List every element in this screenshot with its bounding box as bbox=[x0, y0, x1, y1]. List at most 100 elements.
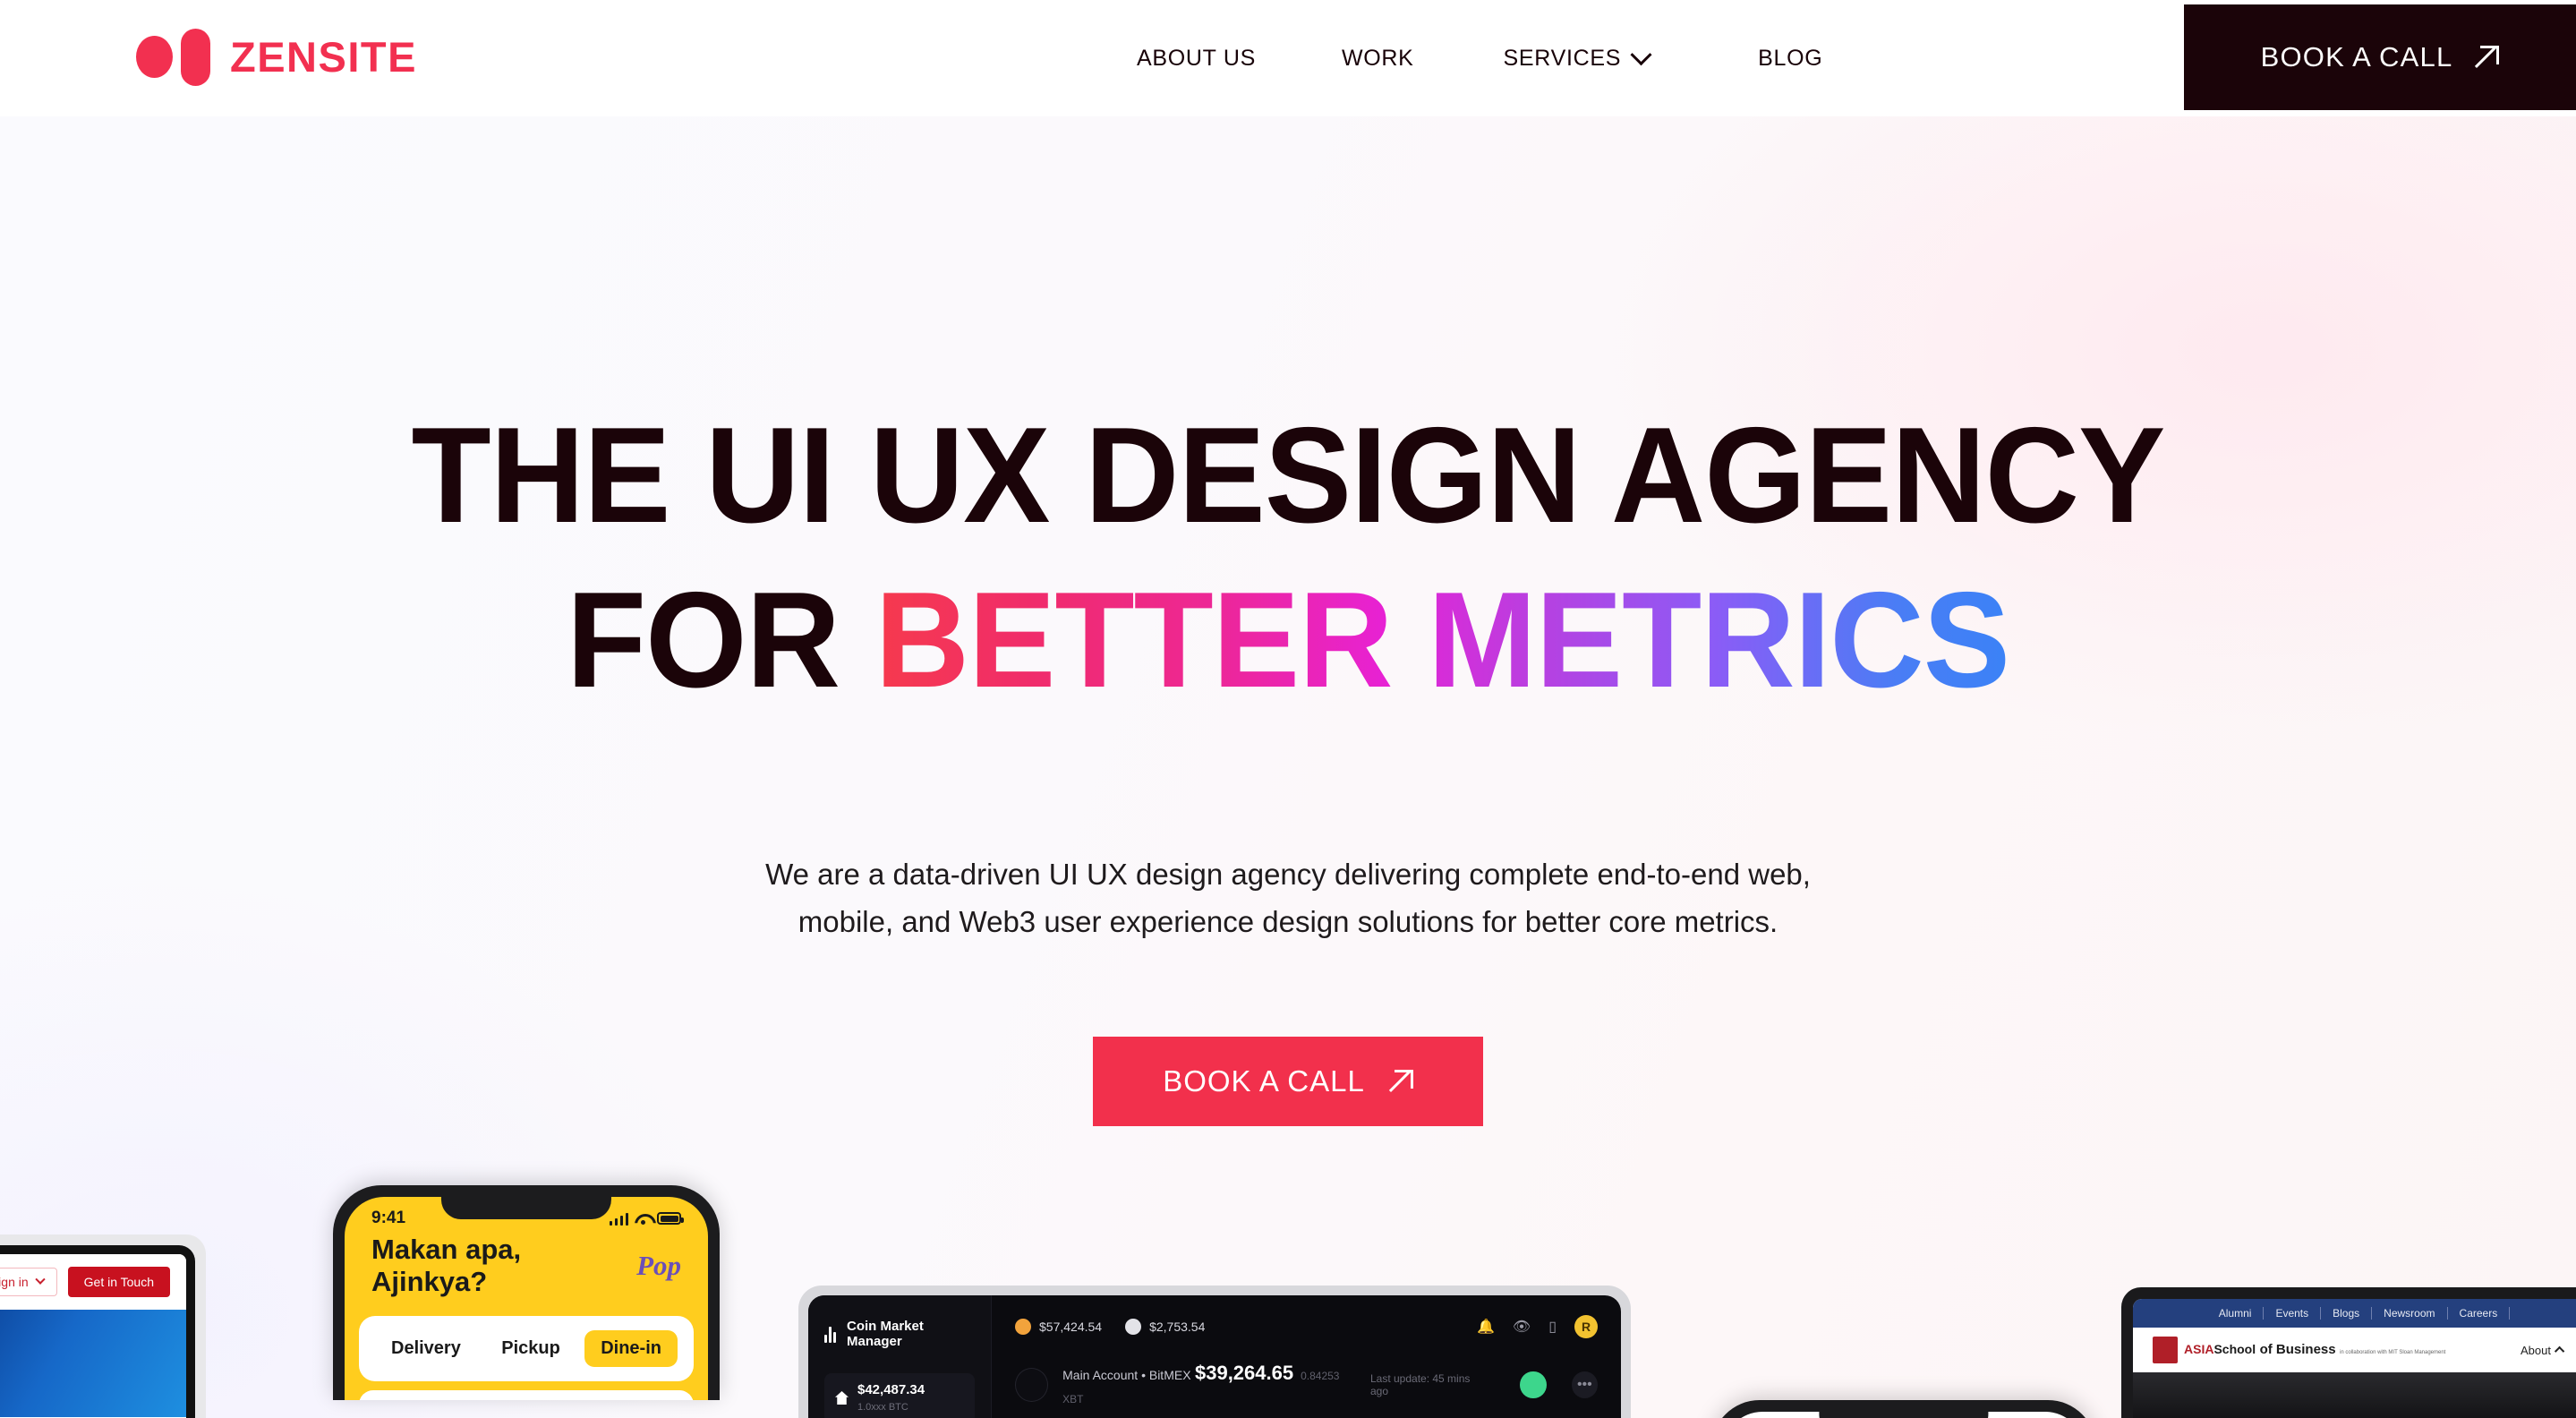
arrow-up-right-icon bbox=[1390, 1070, 1413, 1093]
asb-brand-school: School bbox=[2213, 1342, 2256, 1356]
nav-item-about-us[interactable]: ABOUT US bbox=[1137, 46, 1256, 72]
page-root: ZENSITE ABOUT US WORK SERVICES BLOG BOOK… bbox=[0, 0, 2576, 1418]
laptop-left-hero-image bbox=[0, 1310, 186, 1417]
logo-wordmark: ZENSITE bbox=[230, 32, 417, 81]
tab-dine-in[interactable]: Dine-in bbox=[584, 1330, 678, 1367]
crypto-brand-line-1: Coin Market bbox=[847, 1319, 924, 1334]
laptop-left-bezel: Sign in Get in Touch bbox=[0, 1245, 195, 1418]
asb-main-nav: ASIASchool of Business in collaboration … bbox=[2133, 1328, 2576, 1372]
crypto-account-text: Main Account • BitMEX $39,264.65 0.84253 … bbox=[1062, 1362, 1356, 1408]
primary-nav: ABOUT US WORK SERVICES BLOG bbox=[1137, 0, 1822, 116]
hero-subtext-line-1: We are a data-driven UI UX design agency… bbox=[765, 858, 1811, 891]
laptop-left-navbar: Sign in Get in Touch bbox=[0, 1254, 186, 1310]
crypto-account-name: Main Account • BitMEX bbox=[1062, 1368, 1191, 1382]
status-bar-indicators bbox=[609, 1212, 684, 1226]
headline-line-2: FOR BETTER METRICS bbox=[52, 572, 2525, 708]
hero-subtext: We are a data-driven UI UX design agency… bbox=[0, 850, 2576, 946]
header-book-a-call-label: BOOK A CALL bbox=[2260, 41, 2453, 73]
asb-brand-logo[interactable]: ASIASchool of Business in collaboration … bbox=[2153, 1337, 2445, 1363]
chevron-up-icon bbox=[2554, 1345, 2565, 1357]
bitcoin-icon bbox=[1015, 1319, 1031, 1335]
crypto-toolbar-icons: 🔔 👁 ▯ R bbox=[1477, 1315, 1598, 1338]
mobile-icon[interactable]: ▯ bbox=[1548, 1318, 1557, 1336]
chevron-down-icon bbox=[34, 1274, 46, 1285]
asb-emblem-icon bbox=[2153, 1337, 2178, 1363]
mockup-laptop-asb: Alumni Events Blogs Newsroom Careers ASI… bbox=[2121, 1287, 2576, 1418]
nav-item-services-label: SERVICES bbox=[1503, 45, 1622, 71]
ethereum-icon bbox=[1125, 1319, 1142, 1335]
tab-pickup[interactable]: Pickup bbox=[485, 1330, 576, 1367]
phone-notch bbox=[1819, 1400, 1989, 1418]
asb-brand-asia: ASIA bbox=[2184, 1342, 2214, 1356]
wifi-icon bbox=[635, 1213, 651, 1225]
logo[interactable]: ZENSITE bbox=[136, 27, 417, 86]
crypto-sidebar: Coin Market Manager $42,487.34 1.0xxx BT… bbox=[808, 1295, 992, 1418]
headline-line-1: THE UI UX DESIGN AGENCY bbox=[411, 399, 2166, 551]
device-mockups-strip: Sign in Get in Touch 9:41 bbox=[0, 1185, 2576, 1418]
hero-book-a-call-button[interactable]: BOOK A CALL bbox=[1093, 1037, 1483, 1126]
asb-nav-about-label: About bbox=[2521, 1343, 2551, 1357]
crypto-brand-line-2: Manager bbox=[847, 1334, 902, 1350]
asb-brand-line-2: of Business bbox=[2260, 1342, 2336, 1357]
sign-in-label: Sign in bbox=[0, 1275, 29, 1289]
nav-item-blog[interactable]: BLOG bbox=[1758, 46, 1822, 72]
crypto-sidebar-account-text: $42,487.34 1.0xxx BTC bbox=[857, 1382, 925, 1414]
asb-nav-careers[interactable]: Careers bbox=[2448, 1307, 2511, 1320]
logo-bar-shape bbox=[181, 29, 210, 86]
crypto-brand: Coin Market Manager bbox=[824, 1319, 975, 1350]
food-app-header: Makan apa, Ajinkya? Pop bbox=[345, 1232, 708, 1316]
chevron-down-icon bbox=[1630, 43, 1652, 65]
nav-item-work[interactable]: WORK bbox=[1342, 46, 1414, 72]
avatar[interactable]: R bbox=[1574, 1315, 1598, 1338]
asb-brand-subline: in collaboration with MIT Sloan Manageme… bbox=[2340, 1350, 2446, 1355]
mockup-laptop-left: Sign in Get in Touch bbox=[0, 1234, 206, 1418]
crypto-sidebar-account-item[interactable]: $42,487.34 1.0xxx BTC bbox=[824, 1372, 975, 1418]
mockup-tablet-crypto-dashboard: Coin Market Manager $42,487.34 1.0xxx BT… bbox=[798, 1286, 1631, 1418]
asb-nav-blogs[interactable]: Blogs bbox=[2321, 1307, 2373, 1320]
asb-nav-events[interactable]: Events bbox=[2264, 1307, 2322, 1320]
crypto-ticker-bar: $57,424.54 $2,753.54 🔔 👁 ▯ R bbox=[1015, 1315, 1598, 1338]
more-options-icon[interactable]: ••• bbox=[1571, 1371, 1598, 1398]
asb-brand-line-1: ASIASchool bbox=[2184, 1342, 2256, 1356]
food-app-screen: 9:41 Makan apa, Ajinkya? Pop Delivery Pi… bbox=[345, 1197, 708, 1400]
asb-nav-newsroom[interactable]: Newsroom bbox=[2372, 1307, 2448, 1320]
arrow-up-right-icon bbox=[2476, 46, 2500, 69]
ticker-btc: $57,424.54 bbox=[1015, 1319, 1102, 1335]
eye-off-icon[interactable]: 👁 bbox=[1513, 1318, 1531, 1336]
crypto-sidebar-account-value: $42,487.34 bbox=[857, 1381, 925, 1397]
mockup-phone-gwc-shop: 9:41 FREE SHIPPING ON ALL ORDERS OVER $1… bbox=[1711, 1400, 2096, 1418]
food-app-greeting: Makan apa, Ajinkya? bbox=[371, 1234, 522, 1297]
coin-market-manager-logo-icon bbox=[824, 1325, 839, 1344]
ticker-btc-price: $57,424.54 bbox=[1039, 1320, 1103, 1334]
phone-notch bbox=[440, 1185, 612, 1219]
asb-nav-about[interactable]: About bbox=[2521, 1343, 2565, 1357]
bell-icon[interactable]: 🔔 bbox=[1477, 1318, 1495, 1336]
hero-subtext-line-2: mobile, and Web3 user experience design … bbox=[798, 905, 1778, 939]
header-book-a-call-button[interactable]: BOOK A CALL bbox=[2184, 4, 2576, 110]
asb-brand-business: Business bbox=[2275, 1342, 2336, 1357]
mockup-phone-food-app: 9:41 Makan apa, Ajinkya? Pop Delivery Pi… bbox=[333, 1185, 720, 1400]
battery-icon bbox=[657, 1212, 684, 1225]
site-header: ZENSITE ABOUT US WORK SERVICES BLOG BOOK… bbox=[0, 0, 2576, 116]
food-app-store-row[interactable]: ● Pop Meals @ Bandar Sunway 10 min bbox=[359, 1390, 694, 1400]
crypto-brand-text: Coin Market Manager bbox=[847, 1319, 924, 1350]
hero-book-a-call-label: BOOK A CALL bbox=[1163, 1064, 1365, 1098]
zensite-logo-mark-icon bbox=[136, 27, 210, 86]
logo-dot-shape bbox=[136, 36, 173, 78]
home-icon bbox=[835, 1391, 849, 1405]
asb-brand-of: of bbox=[2259, 1342, 2276, 1357]
headline-line-2-plain: FOR bbox=[566, 564, 875, 716]
ticker-eth-price: $2,753.54 bbox=[1149, 1320, 1206, 1334]
sign-in-button[interactable]: Sign in bbox=[0, 1268, 57, 1296]
nav-item-services[interactable]: SERVICES bbox=[1503, 43, 1652, 72]
crypto-dashboard-screen: Coin Market Manager $42,487.34 1.0xxx BT… bbox=[808, 1295, 1621, 1418]
hero-section: THE UI UX DESIGN AGENCY FOR BETTER METRI… bbox=[0, 116, 2576, 1418]
get-in-touch-button[interactable]: Get in Touch bbox=[67, 1267, 170, 1297]
refresh-icon[interactable] bbox=[1520, 1371, 1547, 1398]
asb-hero-image bbox=[2133, 1372, 2576, 1418]
tab-delivery[interactable]: Delivery bbox=[375, 1330, 477, 1367]
asb-nav-alumni[interactable]: Alumni bbox=[2207, 1307, 2265, 1320]
headline-line-2-gradient: BETTER METRICS bbox=[874, 564, 2010, 716]
asb-utility-nav: Alumni Events Blogs Newsroom Careers bbox=[2133, 1299, 2576, 1328]
crypto-account-row: Main Account • BitMEX $39,264.65 0.84253 … bbox=[1015, 1362, 1598, 1408]
